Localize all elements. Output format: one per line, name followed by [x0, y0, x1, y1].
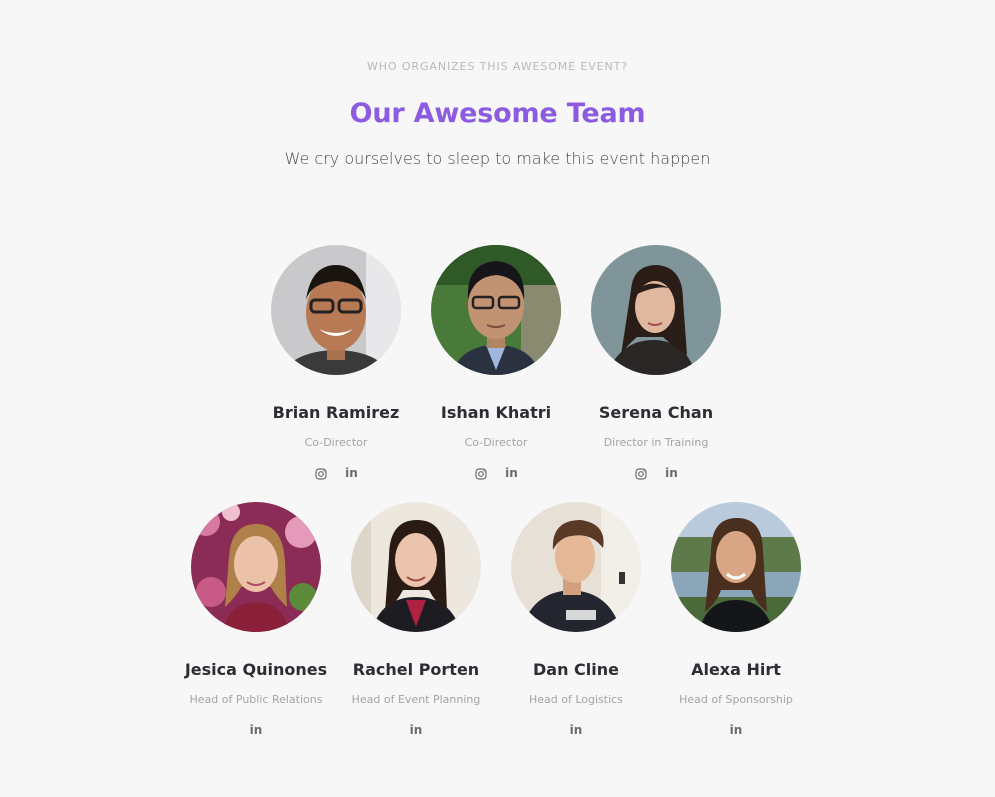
member-name: Ishan Khatri [440, 403, 552, 422]
avatar [431, 245, 561, 375]
social-links: in [336, 724, 496, 738]
avatar [191, 502, 321, 632]
member-role: Director in Training [603, 436, 709, 449]
social-links: in [656, 724, 816, 738]
team-member-card: Ishan Khatri Co-Director in [416, 245, 576, 481]
member-name: Alexa Hirt [691, 660, 781, 679]
member-name: Brian Ramirez [272, 403, 400, 422]
instagram-icon[interactable] [634, 467, 647, 480]
linkedin-icon[interactable]: in [250, 724, 263, 737]
team-member-card: Dan Cline Head of Logistics in [496, 502, 656, 738]
member-name: Dan Cline [533, 660, 619, 679]
social-links: in [496, 724, 656, 738]
team-member-card: Brian Ramirez Co-Director in [256, 245, 416, 481]
avatar [591, 245, 721, 375]
avatar [511, 502, 641, 632]
social-links: in [256, 467, 416, 481]
member-role: Head of Public Relations [189, 693, 323, 706]
member-name: Serena Chan [598, 403, 714, 422]
section-subtitle: We cry ourselves to sleep to make this e… [284, 149, 711, 168]
member-role: Co-Director [464, 436, 528, 449]
instagram-icon[interactable] [474, 467, 487, 480]
team-member-card: Alexa Hirt Head of Sponsorship in [656, 502, 816, 738]
section-eyebrow: WHO ORGANIZES THIS AWESOME EVENT? [366, 60, 629, 73]
linkedin-icon[interactable]: in [665, 467, 678, 480]
linkedin-icon[interactable]: in [410, 724, 423, 737]
instagram-icon[interactable] [314, 467, 327, 480]
linkedin-icon[interactable]: in [570, 724, 583, 737]
member-name: Jesica Quinones [184, 660, 328, 679]
linkedin-icon[interactable]: in [730, 724, 743, 737]
member-role: Co-Director [304, 436, 368, 449]
linkedin-icon[interactable]: in [345, 467, 358, 480]
member-role: Head of Logistics [529, 693, 623, 706]
team-member-card: Jesica Quinones Head of Public Relations… [176, 502, 336, 738]
team-member-card: Serena Chan Director in Training in [576, 245, 736, 481]
member-role: Head of Sponsorship [679, 693, 793, 706]
social-links: in [176, 724, 336, 738]
member-role: Head of Event Planning [351, 693, 481, 706]
section-title: Our Awesome Team [349, 98, 646, 129]
avatar [671, 502, 801, 632]
avatar [351, 502, 481, 632]
social-links: in [576, 467, 736, 481]
avatar [271, 245, 401, 375]
social-links: in [416, 467, 576, 481]
member-name: Rachel Porten [352, 660, 480, 679]
linkedin-icon[interactable]: in [505, 467, 518, 480]
team-member-card: Rachel Porten Head of Event Planning in [336, 502, 496, 738]
